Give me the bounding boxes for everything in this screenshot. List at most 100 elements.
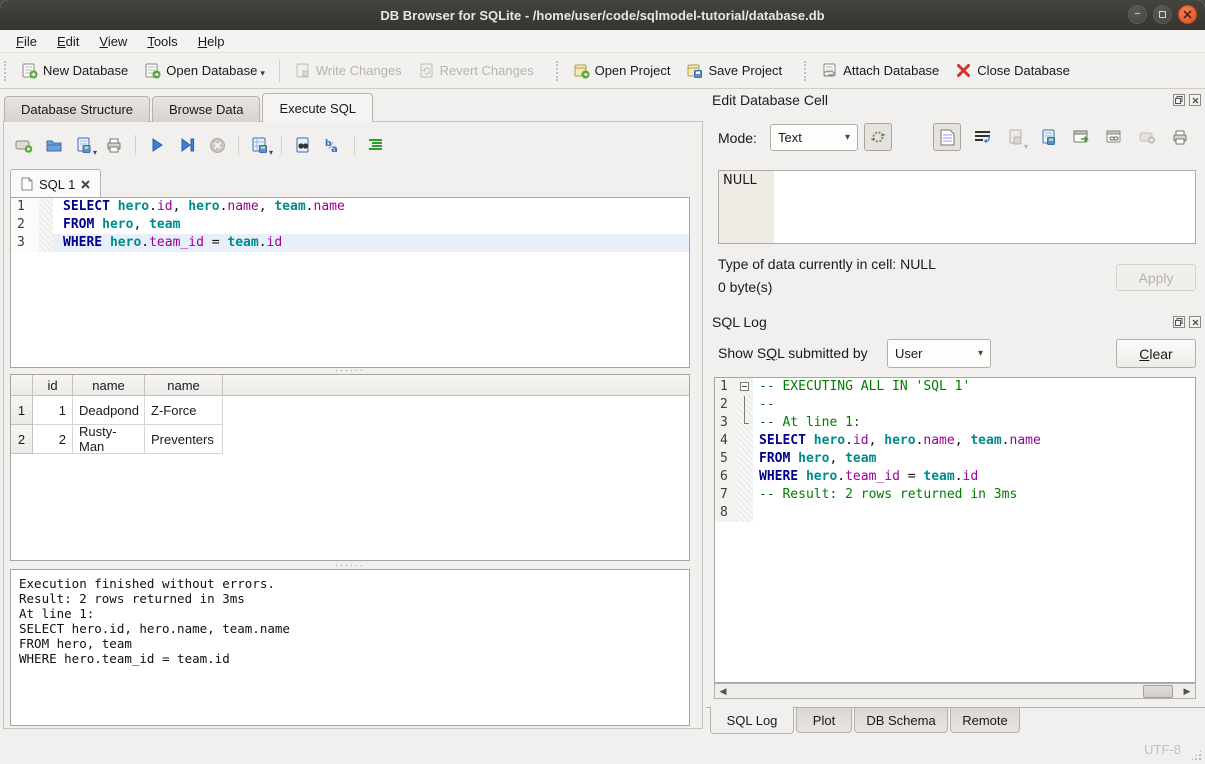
line-number: 6: [715, 468, 737, 486]
column-header-name[interactable]: name: [73, 375, 145, 395]
window-title: DB Browser for SQLite - /home/user/code/…: [380, 8, 824, 23]
sql-editor[interactable]: 1 SELECT hero.id, hero.name, team.name 2…: [10, 197, 690, 368]
open-project-button[interactable]: Open Project: [565, 58, 679, 83]
minimize-icon: −: [1134, 9, 1140, 20]
scroll-right-icon[interactable]: ▶: [1179, 686, 1195, 697]
column-header-id[interactable]: id: [33, 375, 73, 395]
column-header-name2[interactable]: name: [145, 375, 223, 395]
cell-id[interactable]: 1: [33, 396, 73, 425]
cell-team-name[interactable]: Preventers: [145, 425, 223, 454]
clear-log-button[interactable]: Clear: [1116, 339, 1196, 368]
print-button[interactable]: [102, 133, 126, 157]
open-database-button[interactable]: Open Database ▾: [136, 58, 273, 83]
log-filter-value: User: [895, 346, 970, 361]
write-changes-button[interactable]: Write Changes: [286, 58, 410, 83]
toggle-indentation-button[interactable]: [364, 133, 388, 157]
attach-database-button[interactable]: Attach Database: [813, 58, 947, 83]
revert-changes-button[interactable]: Revert Changes: [410, 58, 542, 83]
message-line: Result: 2 rows returned in 3ms: [19, 591, 681, 606]
mode-select[interactable]: Text ▾: [770, 124, 858, 151]
sql-tabbar: SQL 1: [10, 169, 101, 198]
log-line-2: 2 --: [715, 396, 1195, 414]
message-line: Execution finished without errors.: [19, 576, 681, 591]
scrollbar-thumb[interactable]: [1143, 685, 1173, 698]
cell-hero-name[interactable]: Deadpond: [73, 396, 145, 425]
float-panel-button[interactable]: [1173, 316, 1185, 328]
minimize-button[interactable]: −: [1128, 5, 1147, 24]
close-tab-icon[interactable]: [81, 180, 90, 189]
new-database-icon: [21, 62, 38, 79]
open-sql-file-button[interactable]: [42, 133, 66, 157]
close-panel-button[interactable]: [1189, 94, 1201, 106]
execute-current-line-button[interactable]: [175, 133, 199, 157]
menu-edit[interactable]: Edit: [47, 32, 89, 51]
close-icon: [1183, 10, 1192, 19]
bottom-tab-sql-log[interactable]: SQL Log: [710, 706, 794, 734]
new-database-button[interactable]: New Database: [13, 58, 136, 83]
cell-size-info: 0 byte(s): [718, 279, 772, 295]
cell-editor[interactable]: NULL: [718, 170, 1196, 244]
word-wrap-button[interactable]: [968, 123, 996, 151]
set-null-button[interactable]: [1133, 123, 1161, 151]
fold-collapse-icon[interactable]: [740, 382, 749, 391]
float-panel-button[interactable]: [1173, 94, 1185, 106]
line-number: 8: [715, 504, 737, 522]
table-row[interactable]: 2 2 Rusty-Man Preventers: [11, 425, 689, 454]
line-number: 5: [715, 450, 737, 468]
toolbar-handle[interactable]: [4, 61, 9, 81]
import-cell-data-button[interactable]: ▾: [1001, 123, 1029, 151]
save-project-button[interactable]: Save Project: [678, 58, 790, 83]
print-cell-button[interactable]: [1166, 123, 1194, 151]
save-sql-dropdown-icon[interactable]: ▾: [93, 148, 97, 157]
cell-id[interactable]: 2: [33, 425, 73, 454]
sql-log-view[interactable]: 1 -- EXECUTING ALL IN 'SQL 1' 2 -- 3 -- …: [714, 377, 1196, 683]
export-cell-data-button[interactable]: [1034, 123, 1062, 151]
menu-view[interactable]: View: [89, 32, 137, 51]
export-results-button[interactable]: ▾: [248, 133, 272, 157]
menubar: File Edit View Tools Help: [0, 30, 1205, 53]
text-mode-button[interactable]: [933, 123, 961, 151]
save-sql-file-button[interactable]: ▾: [72, 133, 96, 157]
tab-browse-data[interactable]: Browse Data: [152, 96, 260, 122]
encoding-indicator: UTF-8: [1144, 742, 1181, 757]
scroll-left-icon[interactable]: ◀: [715, 686, 731, 697]
stop-button[interactable]: [205, 133, 229, 157]
tab-database-structure[interactable]: Database Structure: [4, 96, 150, 122]
auto-switch-mode-button[interactable]: [864, 123, 892, 151]
copy-link-button[interactable]: [1100, 123, 1128, 151]
app-window: DB Browser for SQLite - /home/user/code/…: [0, 0, 1205, 764]
message-line: SELECT hero.id, hero.name, team.name: [19, 621, 681, 636]
close-panel-button[interactable]: [1189, 316, 1201, 328]
fold-margin: [737, 414, 753, 432]
sql-file-tab[interactable]: SQL 1: [10, 169, 101, 198]
find-button[interactable]: [291, 133, 315, 157]
toolbar-handle[interactable]: [556, 61, 561, 81]
log-horizontal-scrollbar[interactable]: ◀ ▶: [714, 683, 1196, 699]
tab-execute-sql[interactable]: Execute SQL: [262, 93, 373, 122]
export-results-dropdown-icon[interactable]: ▾: [269, 148, 273, 157]
open-database-dropdown-icon[interactable]: ▾: [260, 68, 265, 79]
open-new-tab-button[interactable]: [12, 133, 36, 157]
menu-file[interactable]: File: [6, 32, 47, 51]
open-project-label: Open Project: [595, 63, 671, 78]
set-null-icon: [1139, 131, 1156, 144]
maximize-button[interactable]: [1153, 5, 1172, 24]
cell-team-name[interactable]: Z-Force: [145, 396, 223, 425]
toolbar-handle[interactable]: [804, 61, 809, 81]
menu-tools[interactable]: Tools: [137, 32, 187, 51]
log-filter-select[interactable]: User ▾: [887, 339, 991, 368]
close-button[interactable]: [1178, 5, 1197, 24]
cell-editor-area[interactable]: [774, 171, 1195, 243]
execute-all-button[interactable]: [145, 133, 169, 157]
row-header[interactable]: 2: [11, 425, 33, 454]
cell-hero-name[interactable]: Rusty-Man: [73, 425, 145, 454]
apply-button[interactable]: Apply: [1116, 264, 1196, 291]
resize-grip[interactable]: [1190, 749, 1202, 761]
open-in-external-button[interactable]: [1067, 123, 1095, 151]
table-row[interactable]: 1 1 Deadpond Z-Force: [11, 396, 689, 425]
format-sql-button[interactable]: ba: [321, 133, 345, 157]
menu-help[interactable]: Help: [188, 32, 235, 51]
titlebar: DB Browser for SQLite - /home/user/code/…: [0, 0, 1205, 30]
close-database-button[interactable]: Close Database: [947, 58, 1078, 83]
row-header[interactable]: 1: [11, 396, 33, 425]
